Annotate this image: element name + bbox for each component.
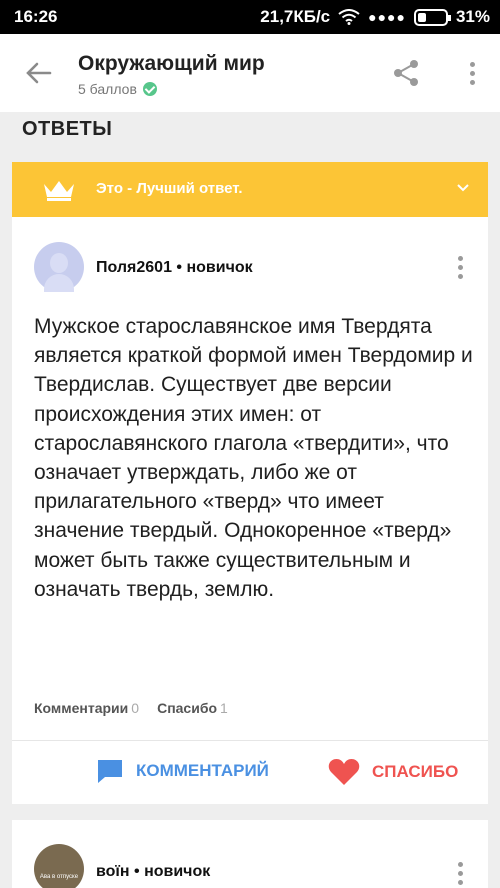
heart-icon xyxy=(328,759,360,785)
points-text: 5 баллов xyxy=(78,81,137,97)
crown-icon xyxy=(44,181,74,201)
share-icon[interactable] xyxy=(392,58,420,88)
comments-count[interactable]: Комментарии 0 xyxy=(34,700,139,716)
app-bar: Окружающий мир 5 баллов xyxy=(0,34,500,112)
thanks-count[interactable]: Спасибо 1 xyxy=(157,700,228,716)
battery-icon xyxy=(413,8,451,26)
section-title: ОТВЕТЫ xyxy=(22,118,113,140)
author-line[interactable]: Поля2601 • новичок xyxy=(96,259,253,277)
avatar[interactable]: Ава в отпуске xyxy=(34,844,84,888)
status-time: 16:26 xyxy=(14,7,58,26)
avatar-caption: Ава в отпуске xyxy=(39,874,79,880)
thanks-number: 1 xyxy=(220,700,228,716)
status-bar: 16:26 21,7КБ/с ●●●● 31% xyxy=(0,0,500,34)
battery-percent: 31% xyxy=(455,7,490,26)
answer-meta: Комментарии 0 Спасибо 1 xyxy=(34,700,228,716)
divider xyxy=(12,740,488,741)
best-answer-bar[interactable]: Это - Лучший ответ. xyxy=(12,162,488,217)
more-vert-icon[interactable] xyxy=(470,62,476,89)
answer-more-icon[interactable] xyxy=(458,256,464,283)
answer-more-icon[interactable] xyxy=(458,862,464,888)
rank-separator: • xyxy=(171,259,187,276)
comment-button[interactable]: КОММЕНТАРИЙ xyxy=(96,758,269,784)
author-line[interactable]: воїн • новичок xyxy=(96,863,210,881)
points-label: 5 баллов xyxy=(78,81,157,97)
back-arrow-icon[interactable] xyxy=(22,56,56,90)
chevron-down-icon[interactable] xyxy=(456,180,470,194)
comment-button-label: КОММЕНТАРИЙ xyxy=(136,761,269,780)
wifi-icon xyxy=(338,9,360,25)
thanks-button[interactable]: СПАСИБО xyxy=(328,758,458,786)
answer-card: Ава в отпуске воїн • новичок xyxy=(12,820,488,888)
answer-card: Это - Лучший ответ. Поля2601 • новичок М… xyxy=(12,162,488,804)
signal-icon: ●●●● xyxy=(368,9,406,25)
thanks-button-label: СПАСИБО xyxy=(372,762,459,781)
rank-separator: • xyxy=(129,863,145,880)
check-icon xyxy=(142,82,157,96)
comments-number: 0 xyxy=(131,700,140,716)
author-rank: новичок xyxy=(186,259,253,276)
author-name: воїн xyxy=(96,863,130,880)
answer-text: Мужское старославянское имя Твердята явл… xyxy=(34,315,473,601)
network-speed: 21,7КБ/с xyxy=(260,7,331,26)
page-title: Окружающий мир xyxy=(78,52,265,75)
thanks-label: Спасибо xyxy=(157,700,218,716)
comments-label: Комментарии xyxy=(34,700,129,716)
best-answer-label: Это - Лучший ответ. xyxy=(96,180,243,197)
avatar[interactable] xyxy=(34,242,84,292)
author-name: Поля2601 xyxy=(96,259,172,276)
comment-icon xyxy=(98,760,122,783)
author-rank: новичок xyxy=(144,863,211,880)
